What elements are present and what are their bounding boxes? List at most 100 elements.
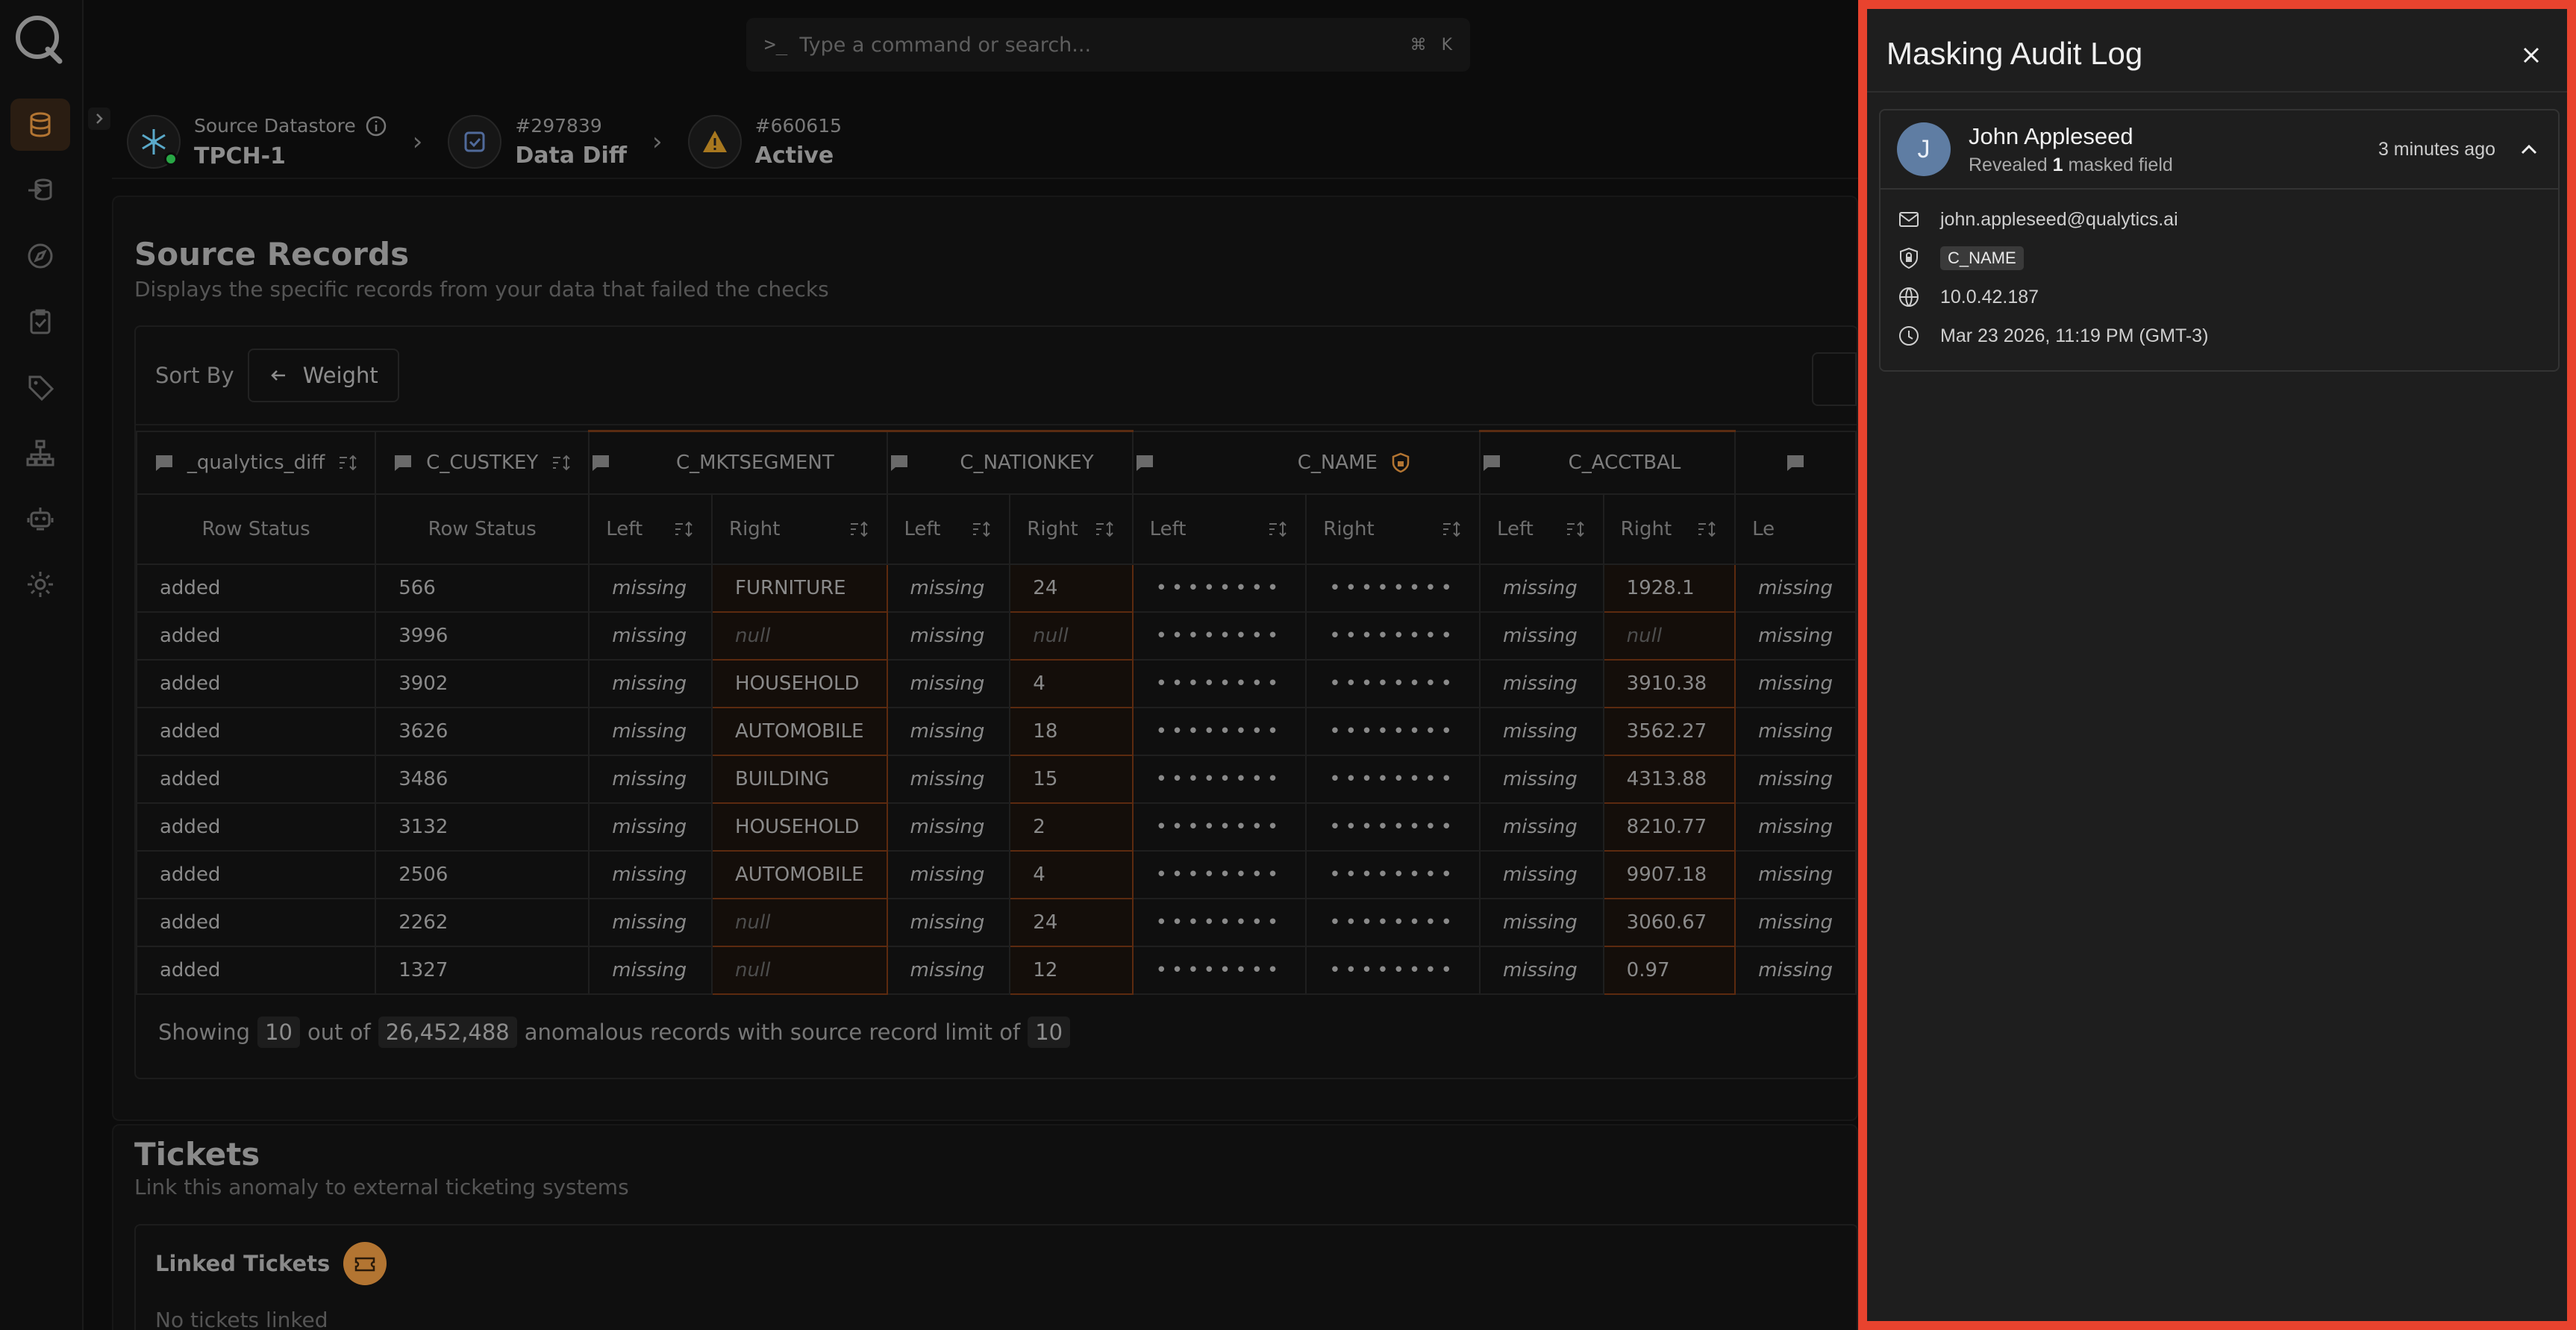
cell-acctbal-left: missing bbox=[1478, 611, 1604, 661]
subcol-label: Right bbox=[1323, 517, 1375, 540]
app-logo-icon[interactable] bbox=[12, 12, 66, 66]
subcol-left[interactable]: Le bbox=[1734, 493, 1857, 565]
chevron-up-icon[interactable] bbox=[2516, 137, 2542, 162]
subcol-row-status: Row Status bbox=[375, 493, 590, 565]
breadcrumb-datastore[interactable]: Source Datastore TPCH-1 bbox=[194, 115, 387, 169]
cell-acctbal-right: 4313.88 bbox=[1602, 754, 1736, 804]
comment-icon bbox=[1136, 455, 1153, 471]
records-table-card: Sort By Weight _qualytics_diff C_CUSTKEY bbox=[134, 325, 1858, 1079]
cell-nationkey-right: 24 bbox=[1009, 563, 1134, 613]
col-c-acctbal[interactable]: C_ACCTBAL bbox=[1478, 430, 1736, 495]
sort-icon[interactable] bbox=[1093, 518, 1116, 540]
subcol-label: Right bbox=[1620, 517, 1672, 540]
subcol-right[interactable]: Right bbox=[1602, 493, 1736, 565]
summary-text: out of bbox=[307, 1020, 371, 1045]
subcol-right[interactable]: Right bbox=[711, 493, 888, 565]
info-icon[interactable] bbox=[365, 115, 387, 137]
cell-row-status: added bbox=[136, 611, 377, 661]
cell-nationkey-right: 12 bbox=[1009, 945, 1134, 995]
linked-tickets-label: Linked Tickets bbox=[155, 1251, 331, 1276]
summary-text: anomalous records with source record lim… bbox=[524, 1020, 1021, 1045]
connected-status-dot bbox=[164, 152, 178, 166]
col-label: C_NAME bbox=[1297, 451, 1378, 474]
cell-acctbal-right: 0.97 bbox=[1602, 945, 1736, 995]
sort-value: Weight bbox=[302, 363, 378, 388]
col-c-nationkey[interactable]: C_NATIONKEY bbox=[886, 430, 1134, 495]
summary-count: 10 bbox=[257, 1017, 301, 1048]
cell-row-status: added bbox=[136, 802, 377, 852]
nav-agents[interactable] bbox=[10, 493, 70, 545]
col-qualytics-diff[interactable]: _qualytics_diff bbox=[136, 430, 377, 495]
cell-custkey: 2506 bbox=[375, 849, 590, 899]
col-next[interactable] bbox=[1734, 430, 1857, 495]
cell-row-status: added bbox=[136, 754, 377, 804]
subcol-left[interactable]: Left bbox=[886, 493, 1011, 565]
subcol-left[interactable]: Left bbox=[1478, 493, 1604, 565]
table-row: added 2506 missing AUTOMOBILE missing 4 ••••••… bbox=[136, 849, 1857, 899]
col-c-custkey[interactable]: C_CUSTKEY bbox=[375, 430, 590, 495]
sort-weight-button[interactable]: Weight bbox=[247, 349, 399, 402]
comment-icon bbox=[1483, 455, 1500, 471]
breadcrumb-anomaly[interactable]: #660615 Active bbox=[755, 115, 842, 169]
snowflake-icon bbox=[142, 129, 166, 154]
nav-checks[interactable] bbox=[10, 296, 70, 348]
nav-hierarchy[interactable] bbox=[10, 427, 70, 479]
cell-custkey: 1327 bbox=[375, 945, 590, 995]
terminal-prompt-icon: >_ bbox=[764, 34, 788, 56]
cell-next-left: missing bbox=[1734, 754, 1857, 804]
subcol-label: Right bbox=[1027, 517, 1078, 540]
cell-name-right-masked: •••••••• bbox=[1305, 897, 1481, 947]
cell-next-left: missing bbox=[1734, 658, 1857, 708]
subcol-right[interactable]: Right bbox=[1009, 493, 1134, 565]
cell-next-left: missing bbox=[1734, 563, 1857, 613]
sort-icon[interactable] bbox=[337, 452, 359, 474]
sort-icon[interactable] bbox=[1440, 518, 1463, 540]
cell-custkey: 566 bbox=[375, 563, 590, 613]
audit-action: Revealed 1 masked field bbox=[1969, 154, 2378, 176]
sort-icon[interactable] bbox=[672, 518, 695, 540]
col-c-name[interactable]: C_NAME bbox=[1131, 430, 1481, 495]
col-label: C_MKTSEGMENT bbox=[675, 451, 834, 474]
sort-icon[interactable] bbox=[550, 452, 572, 474]
close-icon[interactable] bbox=[2518, 42, 2545, 69]
comment-icon bbox=[593, 455, 610, 471]
subcol-right[interactable]: Right bbox=[1305, 493, 1481, 565]
nav-datastores[interactable] bbox=[10, 99, 70, 151]
cell-name-right-masked: •••••••• bbox=[1305, 611, 1481, 661]
sort-icon[interactable] bbox=[1564, 518, 1586, 540]
audit-field-row: C_NAME bbox=[1897, 239, 2542, 278]
subcol-left[interactable]: Left bbox=[1131, 493, 1307, 565]
cell-acctbal-right: 8210.77 bbox=[1602, 802, 1736, 852]
header-divider bbox=[112, 178, 1858, 179]
sort-icon[interactable] bbox=[848, 518, 870, 540]
nav-explore[interactable] bbox=[10, 230, 70, 282]
cell-nationkey-right: 18 bbox=[1009, 706, 1134, 756]
cell-nationkey-left: missing bbox=[886, 897, 1011, 947]
link-ticket-button[interactable] bbox=[343, 1242, 387, 1285]
cell-next-left: missing bbox=[1734, 849, 1857, 899]
sort-icon[interactable] bbox=[1695, 518, 1718, 540]
sort-icon[interactable] bbox=[1266, 518, 1289, 540]
cell-name-left-masked: •••••••• bbox=[1131, 802, 1307, 852]
sitemap-icon bbox=[26, 440, 54, 466]
tickets-subtitle: Link this anomaly to external ticketing … bbox=[134, 1175, 629, 1199]
sort-icon[interactable] bbox=[970, 518, 992, 540]
subcol-left[interactable]: Left bbox=[588, 493, 713, 565]
subcol-label: Le bbox=[1752, 517, 1775, 540]
command-search[interactable]: >_ Type a command or search... ⌘ K bbox=[746, 18, 1470, 72]
nav-tags[interactable] bbox=[10, 361, 70, 413]
audit-email: john.appleseed@qualytics.ai bbox=[1940, 208, 2178, 230]
breadcrumb-check-name: Data Diff bbox=[515, 143, 628, 169]
expand-rail-button[interactable] bbox=[88, 107, 110, 130]
comment-icon bbox=[1787, 455, 1804, 471]
col-c-mktsegment[interactable]: C_MKTSEGMENT bbox=[588, 430, 888, 495]
audit-entry-header[interactable]: J John Appleseed Revealed 1 masked field… bbox=[1881, 110, 2558, 190]
nav-flows[interactable] bbox=[10, 164, 70, 216]
reveal-masked-button[interactable] bbox=[1812, 352, 1857, 406]
cell-row-status: added bbox=[136, 658, 377, 708]
breadcrumb-check[interactable]: #297839 Data Diff bbox=[515, 115, 627, 169]
shortcut-mod: ⌘ bbox=[1410, 35, 1427, 54]
table-row: added 3626 missing AUTOMOBILE missing 18 •••••… bbox=[136, 706, 1857, 756]
cell-nationkey-left: missing bbox=[886, 611, 1011, 661]
nav-settings[interactable] bbox=[10, 558, 70, 611]
